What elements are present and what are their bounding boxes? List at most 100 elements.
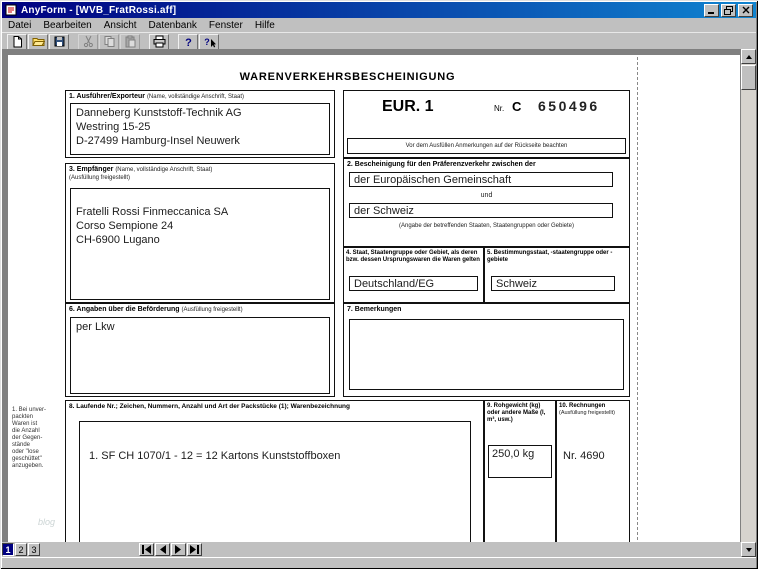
context-help-icon: ? [203, 35, 216, 48]
minimize-button[interactable] [704, 3, 719, 17]
box9-label: 9. Rohgewicht (kg) oder andere Maße (l, … [487, 403, 546, 423]
copy-button[interactable] [99, 33, 119, 50]
eur1-note-strip: Vor dem Ausfüllen Anmerkungen auf der Rü… [347, 138, 626, 154]
consignee-line-3: CH-6900 Lugano [76, 234, 160, 246]
toolbar-separator [70, 34, 78, 50]
open-button[interactable] [28, 33, 48, 50]
copy-icon [103, 35, 116, 48]
field-box-7-bemerkungen: 7. Bemerkungen [343, 303, 630, 397]
scroll-down-button[interactable] [741, 542, 756, 557]
margin-footnote: 1. Bei unver-packten Waren ist die Anzahl… [12, 407, 47, 469]
exporter-line-3: D-27499 Hamburg-Insel Neuwerk [76, 135, 240, 147]
box3-label: 3. Empfänger (Name, vollständige Anschri… [66, 164, 334, 182]
page-tab-1[interactable]: 1 [2, 543, 14, 556]
previous-page-button[interactable] [155, 543, 170, 556]
next-page-button[interactable] [171, 543, 186, 556]
first-page-button[interactable] [139, 543, 154, 556]
box10-label: 10. Rechnungen (Ausfüllung freigestellt) [557, 401, 629, 417]
app-icon [5, 4, 17, 16]
vertical-scroll-thumb[interactable] [741, 65, 756, 90]
document-workspace: WARENVERKEHRSBESCHEINIGUNG 1. Ausführer/… [2, 49, 741, 542]
field-box-8-warenbezeichnung: 8. Laufende Nr.; Zeichen, Nummern, Anzah… [65, 400, 484, 542]
box10-note: (Ausfüllung freigestellt) [559, 410, 615, 416]
form-title: WARENVERKEHRSBESCHEINIGUNG [239, 71, 456, 83]
paste-button[interactable] [120, 33, 140, 50]
consignee-line-2: Corso Sempione 24 [76, 220, 174, 232]
menu-bearbeiten[interactable]: Bearbeiten [37, 18, 97, 32]
box5-value-field[interactable]: Schweiz [491, 276, 615, 291]
restore-button[interactable] [721, 3, 736, 17]
box4-label: 4. Staat, Staatengruppe oder Gebiet, als… [346, 250, 480, 263]
context-help-button[interactable]: ? [199, 33, 219, 50]
next-page-icon [174, 545, 183, 554]
field-box-6-befoerderung: 6. Angaben über die Beförderung (Ausfüll… [65, 303, 335, 397]
print-button[interactable] [149, 33, 169, 50]
gross-weight-value: 250,0 kg [492, 448, 535, 460]
page-tab-2[interactable]: 2 [15, 543, 27, 556]
menu-datei[interactable]: Datei [2, 18, 37, 32]
box3-note2: (Ausfüllung freigestellt) [69, 175, 131, 181]
box6-value-field[interactable]: per Lkw [70, 317, 330, 394]
consignee-line-1: Fratelli Rossi Finmeccanica SA [76, 206, 229, 218]
eur1-number[interactable]: 650496 [538, 98, 600, 114]
title-bar: AnyForm - [WVB_FratRossi.aff] [2, 2, 756, 18]
goods-description-value: 1. SF CH 1070/1 - 12 = 12 Kartons Kunsts… [89, 450, 341, 462]
toolbar-separator [141, 34, 149, 50]
page-cut-line [637, 57, 638, 542]
help-button[interactable]: ? [178, 33, 198, 50]
save-floppy-icon [53, 35, 66, 48]
box5-label: 5. Bestimmungsstaat, -staatengruppe oder… [487, 250, 613, 263]
faint-watermark: blog [38, 517, 56, 527]
field-box-10-rechnungen: 10. Rechnungen (Ausfüllung freigestellt)… [556, 400, 630, 542]
box6-label: 6. Angaben über die Beförderung (Ausfüll… [69, 306, 243, 313]
menu-ansicht[interactable]: Ansicht [98, 18, 143, 32]
box8-value-field[interactable]: 1. SF CH 1070/1 - 12 = 12 Kartons Kunsts… [79, 421, 471, 542]
cut-scissors-icon [82, 35, 95, 48]
box2-value1-field[interactable]: der Europäischen Gemeinschaft [349, 172, 613, 187]
scroll-up-button[interactable] [741, 49, 756, 64]
box9-value-field[interactable]: 250,0 kg [488, 445, 552, 478]
menu-hilfe[interactable]: Hilfe [249, 18, 281, 32]
box3-value-field[interactable]: Fratelli Rossi Finmeccanica SA Corso Sem… [70, 188, 330, 300]
open-folder-icon [31, 35, 45, 48]
menu-datenbank[interactable]: Datenbank [143, 18, 203, 32]
exporter-line-1: Danneberg Kunststoff-Technik AG [76, 107, 242, 119]
help-icon: ? [182, 35, 195, 48]
toolbar-separator [170, 34, 178, 50]
box7-label: 7. Bemerkungen [347, 306, 402, 313]
close-button[interactable] [738, 3, 753, 17]
save-button[interactable] [49, 33, 69, 50]
box1-value-field[interactable]: Danneberg Kunststoff-Technik AG Westring… [70, 103, 330, 155]
eur1-nr-label: Nr. [494, 104, 505, 113]
status-bar [2, 557, 756, 568]
arrow-up-icon [745, 54, 752, 59]
new-button[interactable] [7, 33, 27, 50]
field-box-4-ursprungsstaat: 4. Staat, Staatengruppe oder Gebiet, als… [343, 247, 484, 303]
invoice-value[interactable]: Nr. 4690 [563, 449, 605, 463]
box2-conjunction: und [480, 192, 493, 199]
last-page-icon [189, 545, 200, 554]
menu-fenster[interactable]: Fenster [203, 18, 249, 32]
page-tab-3[interactable]: 3 [28, 543, 40, 556]
cut-button[interactable] [78, 33, 98, 50]
field-box-1-exporter: 1. Ausführer/Exporteur (Name, vollständi… [65, 90, 335, 158]
field-box-5-bestimmungsstaat: 5. Bestimmungsstaat, -staatengruppe oder… [484, 247, 630, 303]
new-icon [11, 35, 24, 48]
box2-value2-field[interactable]: der Schweiz [349, 203, 613, 218]
last-page-button[interactable] [187, 543, 202, 556]
first-page-icon [141, 545, 152, 554]
box2-note: (Angabe der betreffenden Staaten, Staate… [398, 223, 575, 229]
arrow-down-icon [745, 547, 752, 552]
box2-label: 2. Bescheinigung für den Präferenzverkeh… [347, 161, 536, 168]
box7-value-field[interactable] [349, 319, 624, 390]
svg-text:?: ? [204, 37, 210, 47]
exporter-line-2: Westring 15-25 [76, 121, 151, 133]
pager-bar: 1 2 3 [2, 542, 741, 557]
field-box-2-praeferenzverkehr: 2. Bescheinigung für den Präferenzverkeh… [343, 158, 630, 247]
box4-value-field[interactable]: Deutschland/EG [349, 276, 478, 291]
menu-bar: Datei Bearbeiten Ansicht Datenbank Fenst… [2, 18, 756, 32]
toolbar: ? ? [2, 32, 756, 50]
svg-text:?: ? [185, 37, 192, 48]
vertical-scrollbar[interactable] [741, 49, 756, 557]
remarks-value [350, 320, 623, 324]
